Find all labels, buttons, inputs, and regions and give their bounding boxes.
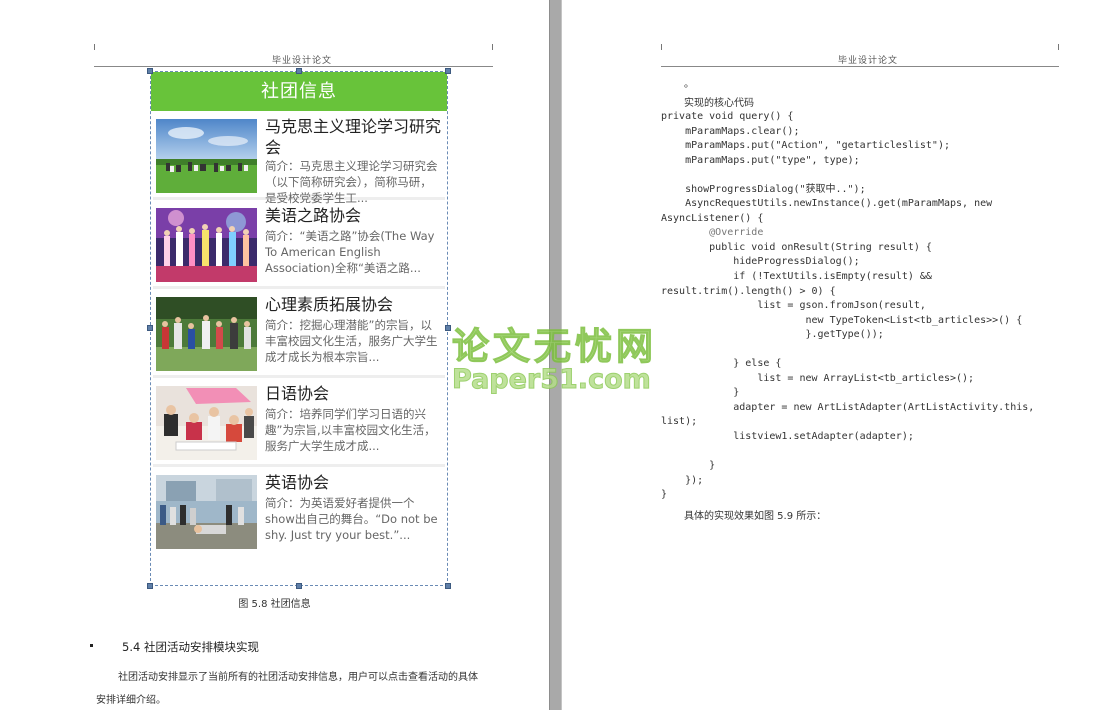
club-photo [156, 297, 257, 371]
watermark-cn: 论文无忧网 [452, 325, 657, 369]
club-description: 简介：挖掘心理潜能”的宗旨，以丰富校园文化生活，服务广大学生成才成长为根本宗旨.… [265, 318, 438, 364]
figure-caption: 图 5.8 社团信息 [238, 599, 311, 610]
code-line: showProgressDialog("获取中.."); [661, 183, 866, 195]
code-line: list = gson.fromJson(result, [661, 300, 926, 312]
code-line: } [661, 489, 668, 501]
code-line: adapter = new ArtListAdapter(ArtListActi… [661, 401, 1035, 413]
list-item[interactable]: 美语之路协会 简介：“美语之路”协会(The Way To American E… [153, 200, 445, 289]
resize-handle[interactable] [147, 583, 153, 589]
header-rule [661, 66, 1059, 67]
code-line: hideProgressDialog(); [661, 256, 860, 268]
header-rule [94, 66, 493, 67]
list-item[interactable]: 日语协会 简介：培养同学们学习日语的兴趣”为宗旨,以丰富校园文化生活，服务广大学… [153, 378, 445, 467]
crop-mark [1058, 44, 1059, 50]
code-line: }.getType()); [661, 329, 884, 341]
code-line: @Override [661, 227, 764, 239]
body-paragraph: 社团活动安排显示了当前所有的社团活动安排信息，用户可以点击查看活动的具体安排详细… [96, 672, 478, 706]
code-line: } [661, 460, 716, 472]
code-line: mParamMaps.put("type", type); [661, 154, 860, 166]
code-line: mParamMaps.put("Action", "getarticleslis… [661, 140, 950, 152]
resize-handle[interactable] [296, 68, 302, 74]
code-block: private void query() { mParamMaps.clear(… [661, 110, 1034, 503]
crop-mark [94, 44, 95, 50]
code-line: }); [661, 474, 704, 486]
code-intro: 实现的核心代码 [684, 98, 754, 109]
club-list: 马克思主义理论学习研究会 简介：马克思主义理论学习研究会（以下简称研究会），简称… [151, 111, 447, 556]
club-name: 美语之路协会 [265, 206, 362, 225]
code-line: listview1.setAdapter(adapter); [661, 431, 914, 443]
page-header: 毕业设计论文 [272, 56, 333, 66]
club-description: 简介：“美语之路”协会(The Way To American English … [265, 229, 435, 275]
resize-handle[interactable] [147, 325, 153, 331]
code-line: AsyncRequestUtils.newInstance().get(mPar… [661, 198, 993, 210]
club-photo [156, 208, 257, 282]
page-header: 毕业设计论文 [838, 56, 899, 66]
club-name: 日语协会 [265, 384, 330, 403]
code-line: mParamMaps.clear(); [661, 125, 800, 137]
club-photo [156, 475, 257, 549]
club-name: 心理素质拓展协会 [265, 295, 394, 314]
code-line: result.trim().length() > 0) { [661, 285, 836, 297]
club-name: 马克思主义理论学习研究会 [265, 117, 442, 157]
watermark-en: Paper51.com [452, 364, 652, 396]
watermark: 论文无忧网 Paper51.com [452, 316, 662, 396]
list-item[interactable]: 马克思主义理论学习研究会 简介：马克思主义理论学习研究会（以下简称研究会），简称… [153, 111, 445, 205]
list-item[interactable]: 英语协会 简介：为英语爱好者提供一个show出自己的舞台。“Do not be … [153, 467, 445, 556]
section-title: 5.4 社团活动安排模块实现 [122, 640, 259, 654]
code-line: } [661, 387, 740, 399]
crop-mark [661, 44, 662, 50]
code-line: list); [661, 416, 698, 428]
resize-handle[interactable] [296, 583, 302, 589]
resize-handle[interactable] [445, 68, 451, 74]
code-line: AsyncListener() { [661, 212, 764, 224]
club-photo [156, 386, 257, 460]
crop-mark [492, 44, 493, 50]
resize-handle[interactable] [147, 68, 153, 74]
code-line: } else { [661, 358, 782, 370]
code-line: private void query() { [661, 111, 794, 122]
heading-bullet [90, 644, 93, 647]
club-name: 英语协会 [265, 473, 330, 492]
club-photo [156, 119, 257, 193]
list-item[interactable]: 心理素质拓展协会 简介：挖掘心理潜能”的宗旨，以丰富校园文化生活，服务广大学生成… [153, 289, 445, 378]
resize-handle[interactable] [445, 583, 451, 589]
text-fragment: 。 [684, 79, 694, 90]
resize-handle[interactable] [445, 325, 451, 331]
code-line: new TypeToken<List<tb_articles>>() { [661, 314, 1023, 326]
code-line: public void onResult(String result) { [661, 241, 932, 253]
club-description: 简介：马克思主义理论学习研究会（以下简称研究会），简称马研，是受校党委学生工..… [265, 159, 438, 205]
result-text: 具体的实现效果如图 5.9 所示： [684, 511, 827, 522]
club-description: 简介：为英语爱好者提供一个show出自己的舞台。“Do not be shy. … [265, 496, 438, 542]
app-screenshot[interactable]: 社团信息 马克思主义理论学习研究会 简介：马克思主义理论学习研究会（以下简称研究… [150, 71, 448, 586]
code-line: list = new ArrayList<tb_articles>(); [661, 372, 975, 384]
code-line: if (!TextUtils.isEmpty(result) && [661, 271, 932, 283]
app-title-bar: 社团信息 [151, 72, 447, 111]
club-description: 简介：培养同学们学习日语的兴趣”为宗旨,以丰富校园文化生活，服务广大学生成才成.… [265, 407, 436, 453]
